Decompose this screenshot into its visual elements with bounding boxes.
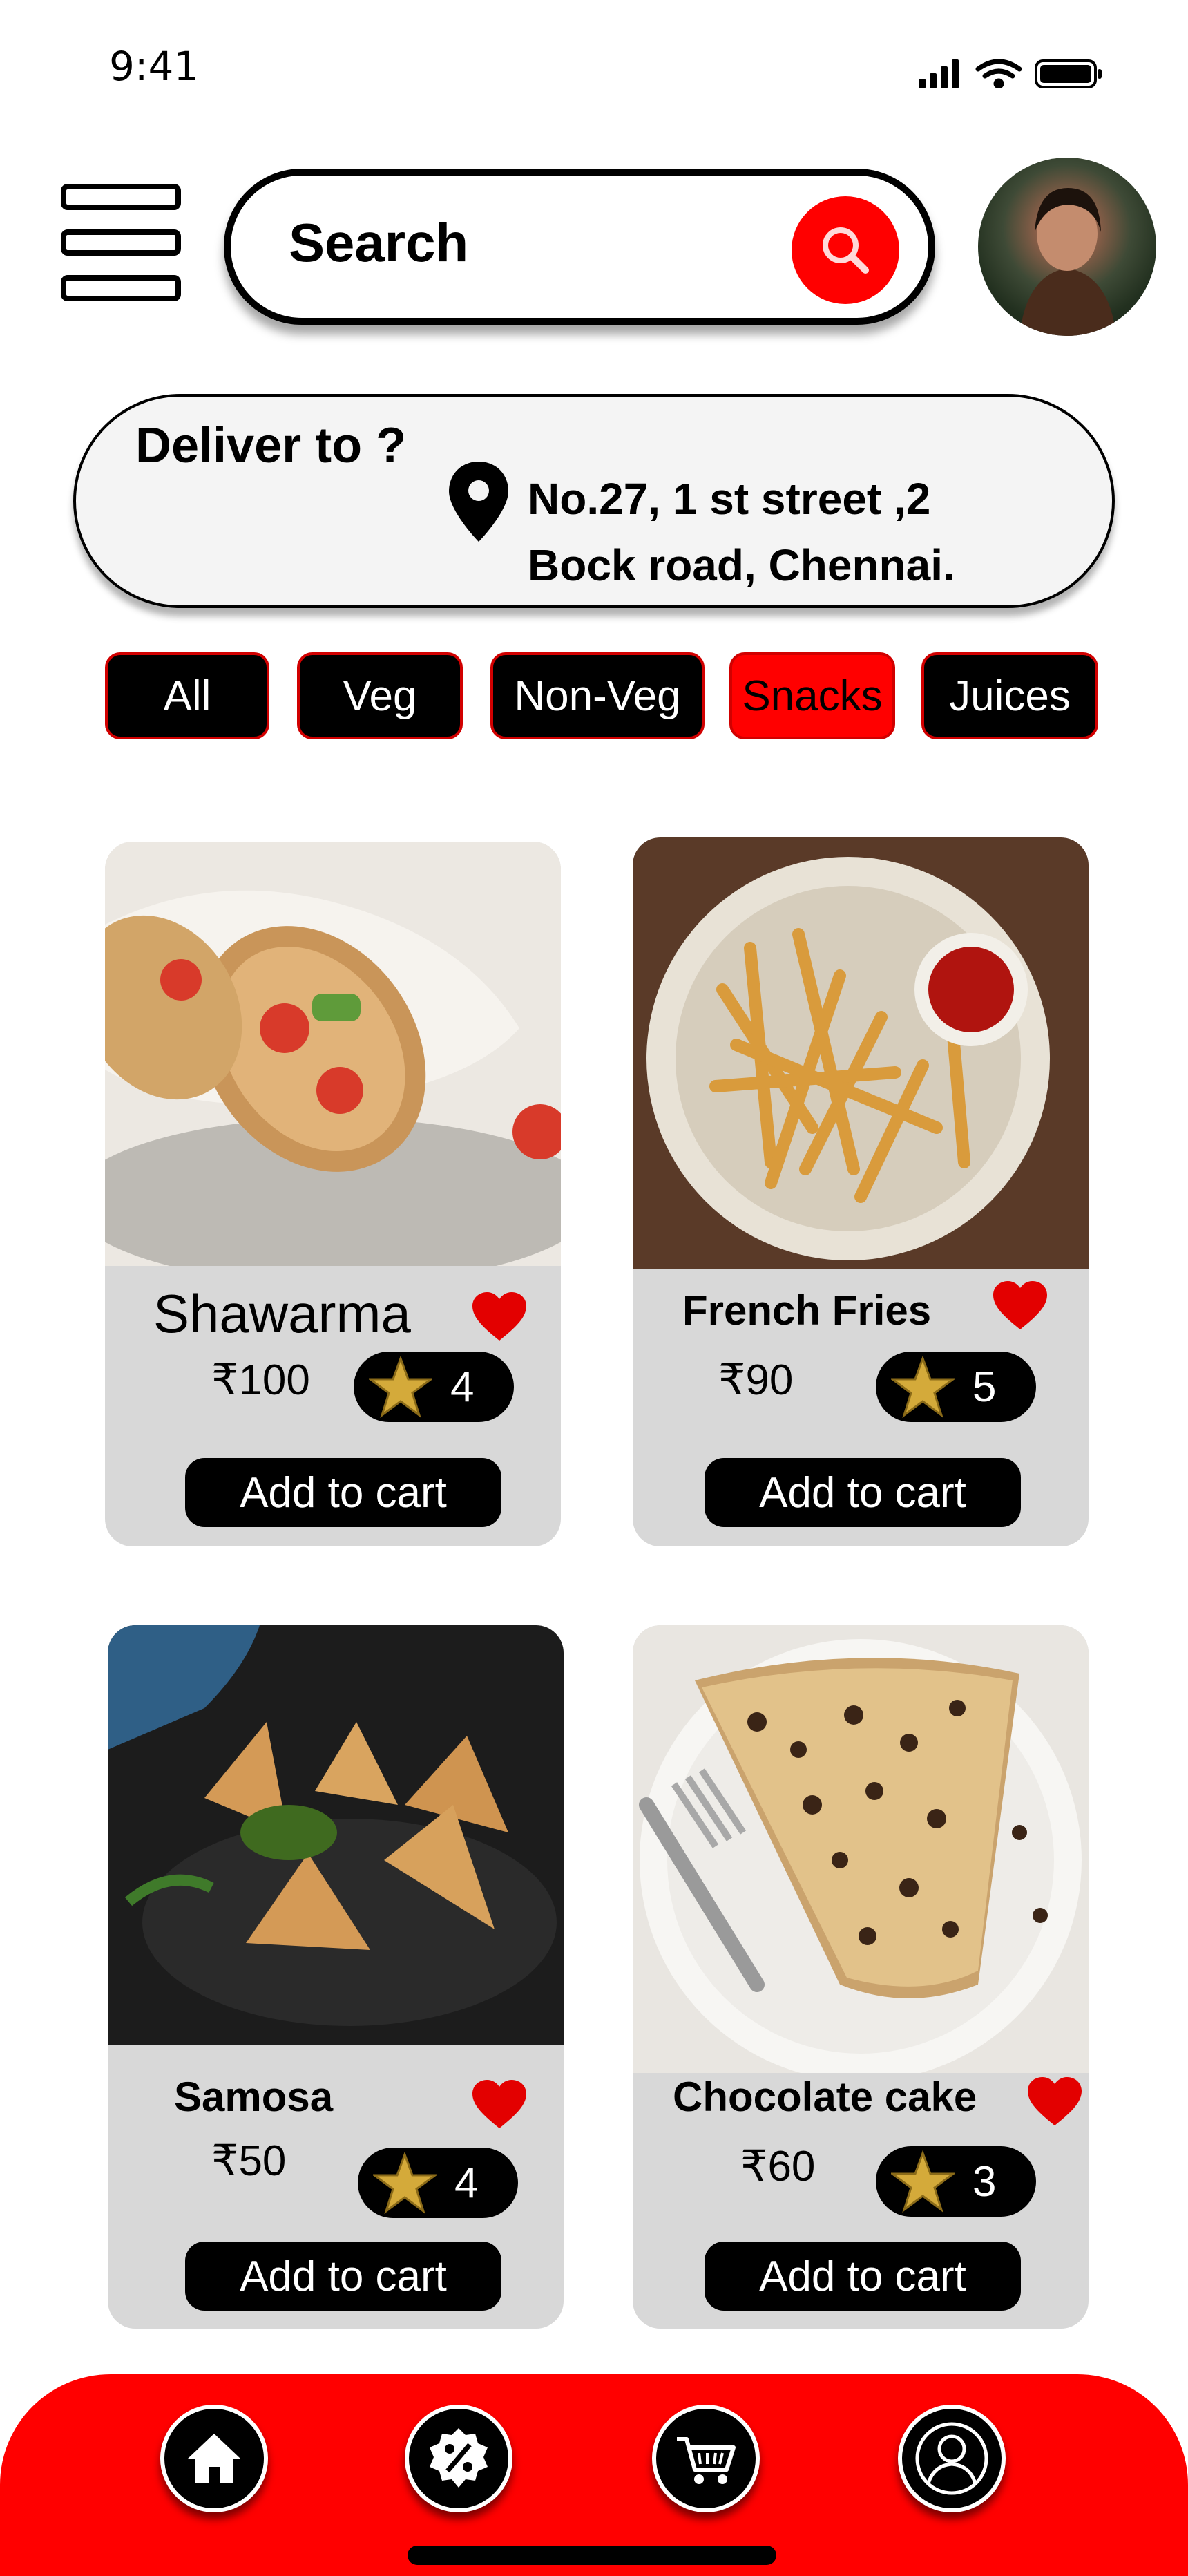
rating-value: 3	[973, 2158, 997, 2206]
profile-icon	[915, 2422, 988, 2495]
category-chip-snacks[interactable]: Snacks	[729, 652, 895, 739]
delivery-address-card[interactable]: Deliver to ? No.27, 1 st street ,2 Bock …	[73, 394, 1115, 608]
category-chip-veg[interactable]: Veg	[297, 652, 463, 739]
deliver-to-label: Deliver to ?	[135, 418, 407, 473]
heart-icon[interactable]	[1026, 2076, 1083, 2127]
rating-value: 4	[450, 1363, 475, 1411]
heart-icon[interactable]	[471, 2078, 528, 2130]
rating-badge: 3	[876, 2146, 1036, 2217]
star-icon	[369, 1356, 432, 1418]
samosa-image	[108, 1625, 564, 2045]
nav-home[interactable]	[160, 2405, 268, 2512]
rating-badge: 4	[354, 1352, 514, 1422]
rating-value: 4	[454, 2159, 479, 2207]
add-to-cart-button[interactable]: Add to cart	[705, 2242, 1021, 2311]
battery-icon	[1035, 59, 1102, 88]
star-icon	[891, 2150, 955, 2213]
product-card-samosa[interactable]: Samosa ₹50 4 Add to cart	[108, 1625, 564, 2329]
search-bar[interactable]: Search	[224, 169, 935, 325]
rating-badge: 4	[358, 2148, 518, 2218]
nav-cart[interactable]	[652, 2405, 760, 2512]
chocolate-cake-image	[633, 1625, 1089, 2073]
nav-profile[interactable]	[898, 2405, 1006, 2512]
delivery-address: No.27, 1 st street ,2 Bock road, Chennai…	[528, 466, 955, 598]
product-name: Chocolate cake	[673, 2074, 977, 2120]
add-to-cart-button[interactable]: Add to cart	[185, 2242, 501, 2311]
heart-icon[interactable]	[992, 1280, 1048, 1331]
category-chip-all[interactable]: All	[105, 652, 269, 739]
search-input[interactable]: Search	[289, 211, 468, 274]
search-button[interactable]	[792, 196, 899, 304]
rating-badge: 5	[876, 1352, 1036, 1422]
avatar[interactable]	[978, 158, 1156, 336]
category-chip-non-veg[interactable]: Non-Veg	[490, 652, 705, 739]
address-line-2: Bock road, Chennai.	[528, 540, 955, 590]
product-price: ₹60	[740, 2143, 816, 2190]
address-line-1: No.27, 1 st street ,2	[528, 474, 931, 524]
home-icon	[188, 2434, 240, 2483]
product-name: Shawarma	[153, 1283, 411, 1344]
offers-percent-icon	[430, 2428, 488, 2488]
french-fries-image	[633, 837, 1089, 1269]
star-icon	[373, 2152, 437, 2214]
wifi-icon	[975, 59, 1022, 88]
product-name: French Fries	[682, 1287, 932, 1334]
star-icon	[891, 1356, 955, 1418]
product-price: ₹50	[211, 2137, 287, 2185]
product-name: Samosa	[174, 2074, 334, 2120]
heart-icon[interactable]	[471, 1291, 528, 1342]
rating-value: 5	[973, 1363, 997, 1411]
menu-icon[interactable]	[61, 184, 185, 308]
search-icon	[823, 227, 869, 274]
add-to-cart-button[interactable]: Add to cart	[705, 1458, 1021, 1527]
location-pin-icon	[449, 462, 508, 542]
add-to-cart-button[interactable]: Add to cart	[185, 1458, 501, 1527]
product-price: ₹90	[718, 1356, 794, 1404]
signal-icon	[919, 59, 959, 88]
product-price: ₹100	[211, 1356, 310, 1404]
shawarma-image	[105, 842, 561, 1266]
status-icons	[919, 59, 1102, 88]
home-indicator	[408, 2546, 776, 2565]
product-card-french-fries[interactable]: French Fries ₹90 5 Add to cart	[633, 837, 1089, 1546]
cart-icon	[677, 2437, 736, 2484]
nav-offers[interactable]	[405, 2405, 512, 2512]
product-card-chocolate-cake[interactable]: Chocolate cake ₹60 3 Add to cart	[633, 1625, 1089, 2329]
avatar-portrait	[1019, 188, 1116, 336]
product-card-shawarma[interactable]: Shawarma ₹100 4 Add to cart	[105, 842, 561, 1546]
status-time: 9:41	[109, 43, 200, 90]
category-chip-juices[interactable]: Juices	[921, 652, 1098, 739]
